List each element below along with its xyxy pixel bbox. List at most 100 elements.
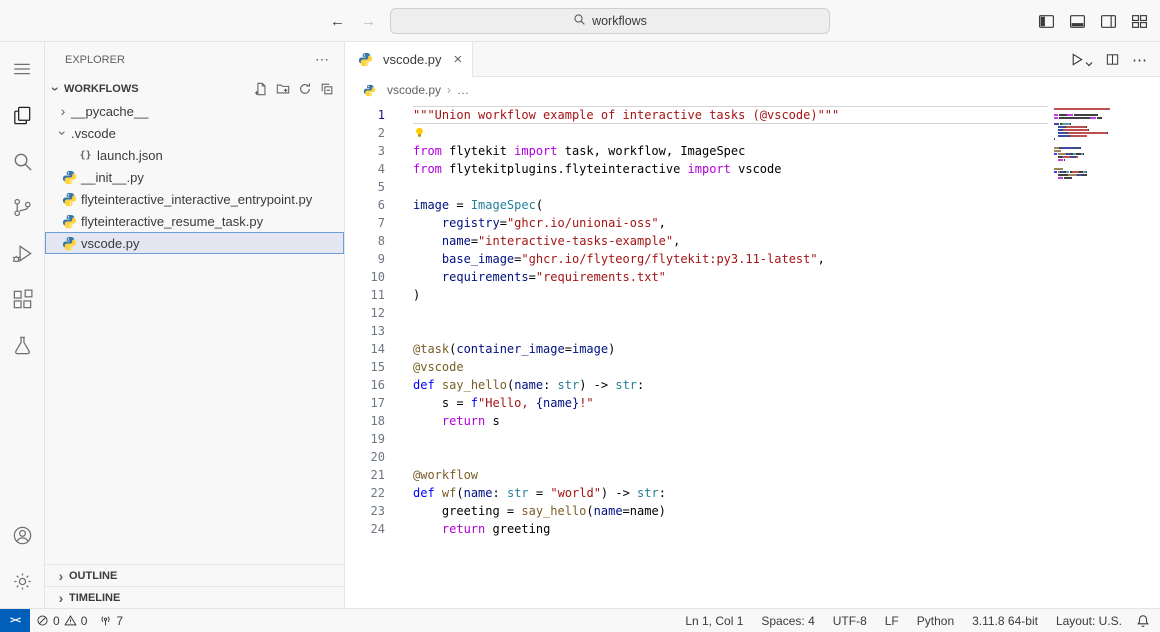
breadcrumb[interactable]: vscode.py › … [345, 77, 1160, 103]
error-icon [36, 614, 49, 627]
cursor-position[interactable]: Ln 1, Col 1 [679, 614, 749, 628]
code-line-content [413, 448, 1048, 466]
toggle-secondary-sidebar-icon[interactable] [1100, 13, 1117, 30]
warning-count: 0 [81, 614, 88, 628]
collapse-all-icon[interactable] [320, 82, 334, 96]
remote-indicator[interactable]: >< [0, 609, 30, 632]
explorer-title: EXPLORER [65, 54, 125, 66]
notifications-bell-icon[interactable] [1134, 614, 1150, 628]
line-number: 1 [345, 106, 385, 124]
line-number: 5 [345, 178, 385, 196]
ports-indicator[interactable]: 7 [93, 610, 129, 632]
code-line-22[interactable]: 22def wf(name: str = "world") -> str: [345, 484, 1160, 502]
nav-back-icon[interactable]: ← [330, 13, 345, 30]
code-line-18[interactable]: 18 return s [345, 412, 1160, 430]
code-line-2[interactable]: 2 [345, 124, 1160, 142]
command-center-search[interactable]: workflows [390, 8, 830, 34]
outline-section[interactable]: › OUTLINE [45, 564, 344, 586]
code-line-11[interactable]: 11) [345, 286, 1160, 304]
code-line-4[interactable]: 4from flytekitplugins.flyteinteractive i… [345, 160, 1160, 178]
code-line-23[interactable]: 23 greeting = say_hello(name=name) [345, 502, 1160, 520]
search-view-icon[interactable] [0, 138, 45, 184]
code-line-17[interactable]: 17 s = f"Hello, {name}!" [345, 394, 1160, 412]
line-number: 19 [345, 430, 385, 448]
chevron-right-icon: › [55, 104, 71, 118]
toggle-panel-icon[interactable] [1069, 13, 1086, 30]
tree-item-flyteinteractive_resume_task.py[interactable]: flyteinteractive_resume_task.py [45, 210, 344, 232]
chevron-right-icon: › [53, 569, 69, 583]
code-line-15[interactable]: 15@vscode [345, 358, 1160, 376]
tree-item-.vscode[interactable]: ›.vscode [45, 122, 344, 144]
code-line-7[interactable]: 7 registry="ghcr.io/unionai-oss", [345, 214, 1160, 232]
code-line-9[interactable]: 9 base_image="ghcr.io/flyteorg/flytekit:… [345, 250, 1160, 268]
command-center-text: workflows [592, 14, 647, 28]
code-line-10[interactable]: 10 requirements="requirements.txt" [345, 268, 1160, 286]
editor-more-actions-icon[interactable]: ⋯ [1132, 51, 1148, 69]
timeline-section[interactable]: › TIMELINE [45, 586, 344, 608]
code-line-content: s = f"Hello, {name}!" [413, 394, 1048, 412]
tree-item-flyteinteractive_interactive_entrypoint.py[interactable]: flyteinteractive_interactive_entrypoint.… [45, 188, 344, 210]
code-line-20[interactable]: 20 [345, 448, 1160, 466]
code-line-24[interactable]: 24 return greeting [345, 520, 1160, 538]
code-line-13[interactable]: 13 [345, 322, 1160, 340]
indentation[interactable]: Spaces: 4 [755, 614, 820, 628]
explorer-more-icon[interactable]: ⋯ [315, 51, 330, 68]
code-line-14[interactable]: 14@task(container_image=image) [345, 340, 1160, 358]
tree-item-__pycache__[interactable]: ›__pycache__ [45, 100, 344, 122]
split-editor-icon[interactable] [1105, 52, 1120, 67]
breadcrumb-symbol[interactable]: … [457, 83, 469, 97]
close-tab-icon[interactable]: × [454, 52, 463, 67]
encoding[interactable]: UTF-8 [827, 614, 873, 628]
language-mode[interactable]: Python [911, 614, 960, 628]
customize-layout-icon[interactable] [1131, 13, 1148, 30]
keyboard-layout[interactable]: Layout: U.S. [1050, 614, 1128, 628]
activity-bar [0, 42, 45, 608]
code-line-21[interactable]: 21@workflow [345, 466, 1160, 484]
eol[interactable]: LF [879, 614, 905, 628]
new-folder-icon[interactable] [276, 82, 290, 96]
tab-vscode-py[interactable]: vscode.py × [345, 42, 473, 77]
line-number: 22 [345, 484, 385, 502]
workflows-section-header[interactable]: › WORKFLOWS [45, 77, 344, 100]
menu-icon[interactable] [0, 46, 45, 92]
ports-icon [99, 614, 112, 627]
tree-item-launch.json[interactable]: {}launch.json [45, 144, 344, 166]
code-line-8[interactable]: 8 name="interactive-tasks-example", [345, 232, 1160, 250]
code-line-1[interactable]: 1"""Union workflow example of interactiv… [345, 106, 1160, 124]
code-line-content: @vscode [413, 358, 1048, 376]
tree-item-vscode.py[interactable]: vscode.py [45, 232, 344, 254]
code-line-16[interactable]: 16def say_hello(name: str) -> str: [345, 376, 1160, 394]
tree-item-__init__.py[interactable]: __init__.py [45, 166, 344, 188]
line-number: 4 [345, 160, 385, 178]
extensions-icon[interactable] [0, 276, 45, 322]
run-python-file-button[interactable] [1069, 52, 1093, 67]
python-interpreter[interactable]: 3.11.8 64-bit [966, 614, 1044, 628]
refresh-icon[interactable] [298, 82, 312, 96]
outline-label: OUTLINE [69, 570, 117, 582]
tree-item-label: flyteinteractive_interactive_entrypoint.… [81, 192, 312, 207]
source-control-icon[interactable] [0, 184, 45, 230]
code-line-6[interactable]: 6image = ImageSpec( [345, 196, 1160, 214]
code-line-3[interactable]: 3from flytekit import task, workflow, Im… [345, 142, 1160, 160]
editor-area: vscode.py × ⋯ vscode.py › … [345, 42, 1160, 608]
code-line-12[interactable]: 12 [345, 304, 1160, 322]
explorer-icon[interactable] [0, 92, 45, 138]
breadcrumb-file[interactable]: vscode.py [387, 83, 441, 97]
settings-gear-icon[interactable] [0, 558, 45, 604]
testing-flask-icon[interactable] [0, 322, 45, 368]
account-icon[interactable] [0, 512, 45, 558]
nav-forward-icon[interactable]: → [361, 13, 376, 30]
code-editor[interactable]: 1"""Union workflow example of interactiv… [345, 103, 1160, 608]
toggle-primary-sidebar-icon[interactable] [1038, 13, 1055, 30]
problems-indicator[interactable]: 0 0 [30, 610, 93, 632]
new-file-icon[interactable] [254, 82, 268, 96]
line-number: 20 [345, 448, 385, 466]
run-debug-icon[interactable] [0, 230, 45, 276]
lightbulb-icon[interactable] [413, 126, 426, 139]
minimap[interactable] [1054, 108, 1120, 180]
line-number: 9 [345, 250, 385, 268]
code-line-content [413, 124, 1048, 142]
code-line-5[interactable]: 5 [345, 178, 1160, 196]
code-line-19[interactable]: 19 [345, 430, 1160, 448]
line-number: 8 [345, 232, 385, 250]
